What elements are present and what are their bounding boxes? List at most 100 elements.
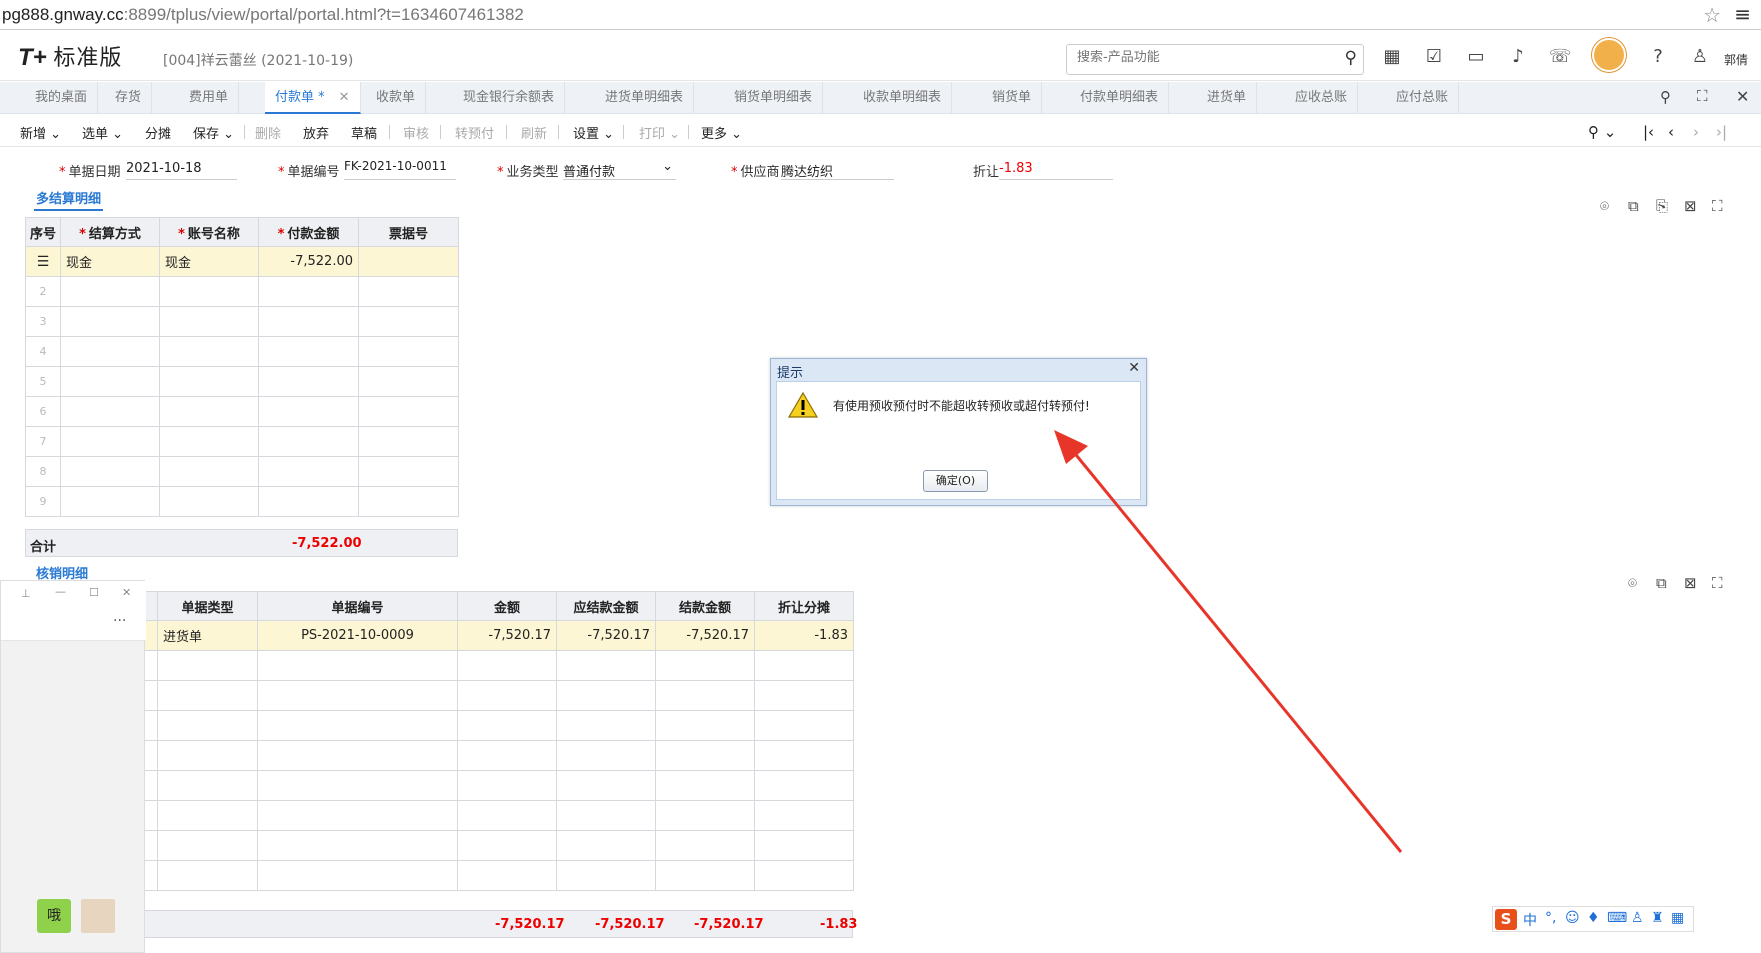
table-cell[interactable] [457, 860, 557, 891]
table-cell[interactable] [60, 426, 160, 457]
pin-icon[interactable]: ⊥ [21, 587, 31, 600]
tab-payment[interactable]: 付款单 * ✕ [265, 82, 361, 114]
table-cell[interactable] [457, 650, 557, 681]
table-cell[interactable] [257, 800, 458, 831]
discount-field[interactable]: -1.83 [999, 158, 1113, 180]
table-cell[interactable] [754, 830, 854, 861]
table-cell[interactable]: -1.83 [754, 620, 854, 651]
table-row[interactable] [46, 860, 854, 891]
copy-row-icon[interactable]: ⧉ [1656, 574, 1667, 592]
voice-icon[interactable]: ♦ [1587, 910, 1600, 926]
table-cell[interactable] [157, 710, 258, 741]
table-cell[interactable] [258, 276, 359, 307]
user-icon[interactable]: ♙ [1631, 910, 1644, 926]
user-icon[interactable]: ♙ [1688, 46, 1712, 67]
table-cell[interactable] [157, 650, 258, 681]
table-cell[interactable] [754, 710, 854, 741]
code-field[interactable]: FK-2021-10-0011 [344, 158, 456, 180]
table-cell[interactable] [159, 366, 259, 397]
table-row[interactable]: 4 [25, 336, 459, 367]
toolbox-icon[interactable]: ▦ [1671, 910, 1684, 926]
calculator-icon[interactable]: ▦ [1380, 46, 1404, 67]
message-icon[interactable]: ▭ [1464, 46, 1488, 67]
table-cell[interactable] [257, 740, 458, 771]
tab-sales[interactable]: 销货单 [982, 82, 1043, 114]
search-input[interactable] [1077, 50, 1327, 65]
row-menu-icon[interactable]: ☰ [25, 246, 61, 277]
table-cell[interactable] [157, 680, 258, 711]
table-cell[interactable] [754, 800, 854, 831]
table-cell[interactable] [60, 276, 160, 307]
tab-cash-balance[interactable]: 现金银行余额表 [453, 82, 566, 114]
table-row[interactable]: 9 [25, 486, 459, 517]
table-row[interactable] [46, 650, 854, 681]
ok-button[interactable]: 确定(O) [923, 470, 988, 492]
table-cell[interactable] [60, 396, 160, 427]
table-cell[interactable] [358, 396, 459, 427]
table-row[interactable] [46, 770, 854, 801]
table-cell[interactable]: 进货单 [157, 620, 258, 651]
table-cell[interactable] [655, 800, 755, 831]
more-button[interactable]: 更多 ⌄ [701, 123, 742, 142]
more-options-icon[interactable]: ... [113, 609, 126, 625]
table-cell[interactable] [159, 306, 259, 337]
delete-row-icon[interactable]: ⊠ [1684, 197, 1697, 215]
user-name[interactable]: 郭倩 [1724, 51, 1748, 68]
table-cell[interactable] [157, 860, 258, 891]
delete-row-icon[interactable]: ⊠ [1684, 574, 1697, 592]
ime-toolbar[interactable]: S 中 °, ☺ ♦ ⌨ ♙ ♜ ▦ [1492, 906, 1694, 932]
table-cell[interactable] [159, 276, 259, 307]
browser-menu-icon[interactable]: ≡ [1734, 2, 1751, 26]
tab-desktop[interactable]: 我的桌面 [25, 82, 99, 114]
table-row[interactable]: 2 [25, 276, 459, 307]
table-cell[interactable] [358, 366, 459, 397]
table-cell[interactable] [655, 680, 755, 711]
table-cell[interactable] [655, 710, 755, 741]
audit-button[interactable]: 审核 [403, 123, 429, 142]
table-cell[interactable] [457, 680, 557, 711]
table-cell[interactable] [258, 426, 359, 457]
table-cell[interactable] [358, 276, 459, 307]
table-cell[interactable] [556, 650, 656, 681]
chat-panel[interactable]: ⊥ — ☐ ✕ ... 哦 [0, 580, 146, 953]
tab-receivable-ledger[interactable]: 应收总账 [1285, 82, 1359, 114]
table-cell[interactable] [258, 456, 359, 487]
table-cell[interactable] [457, 830, 557, 861]
table-cell[interactable] [754, 650, 854, 681]
table-cell[interactable] [655, 860, 755, 891]
sogou-logo-icon[interactable]: S [1495, 909, 1517, 930]
table-cell[interactable] [60, 336, 160, 367]
find-record-icon[interactable]: ⚲ ⌄ [1588, 123, 1616, 141]
table-cell[interactable] [754, 740, 854, 771]
table-row[interactable]: 5 [25, 366, 459, 397]
table-cell[interactable] [556, 830, 656, 861]
ime-mode[interactable]: 中 [1523, 910, 1537, 930]
close-tab-icon[interactable]: ✕ [339, 90, 350, 105]
tab-receipt-detail[interactable]: 收款单明细表 [853, 82, 953, 114]
table-cell[interactable] [60, 456, 160, 487]
tab-purchase-detail[interactable]: 进货单明细表 [595, 82, 695, 114]
table-cell[interactable] [257, 860, 458, 891]
table-cell[interactable] [258, 336, 359, 367]
table-row[interactable] [46, 710, 854, 741]
table-cell[interactable]: -7,520.17 [556, 620, 656, 651]
table-cell[interactable] [257, 830, 458, 861]
table-row[interactable] [46, 800, 854, 831]
supplier-field[interactable]: 腾达纺织 [781, 158, 894, 180]
table-cell[interactable]: -7,520.17 [457, 620, 557, 651]
refresh-button[interactable]: 刷新 [521, 123, 547, 142]
table-cell[interactable] [556, 770, 656, 801]
save-button[interactable]: 保存 ⌄ [193, 123, 234, 142]
table-cell[interactable] [257, 710, 458, 741]
settlement-section-title[interactable]: 多结算明细 [34, 188, 104, 211]
table-cell[interactable] [655, 740, 755, 771]
url-text[interactable]: pg888.gnway.cc:8899/tplus/view/portal/po… [2, 5, 524, 25]
tab-sales-detail[interactable]: 销货单明细表 [724, 82, 824, 114]
table-cell[interactable] [457, 740, 557, 771]
mascot-avatar-icon[interactable] [1592, 38, 1626, 72]
help-icon[interactable]: ? [1646, 46, 1670, 67]
table-cell[interactable] [655, 770, 755, 801]
date-field[interactable]: 2021-10-18 [126, 158, 237, 180]
table-cell[interactable] [358, 486, 459, 517]
table-cell[interactable] [556, 680, 656, 711]
